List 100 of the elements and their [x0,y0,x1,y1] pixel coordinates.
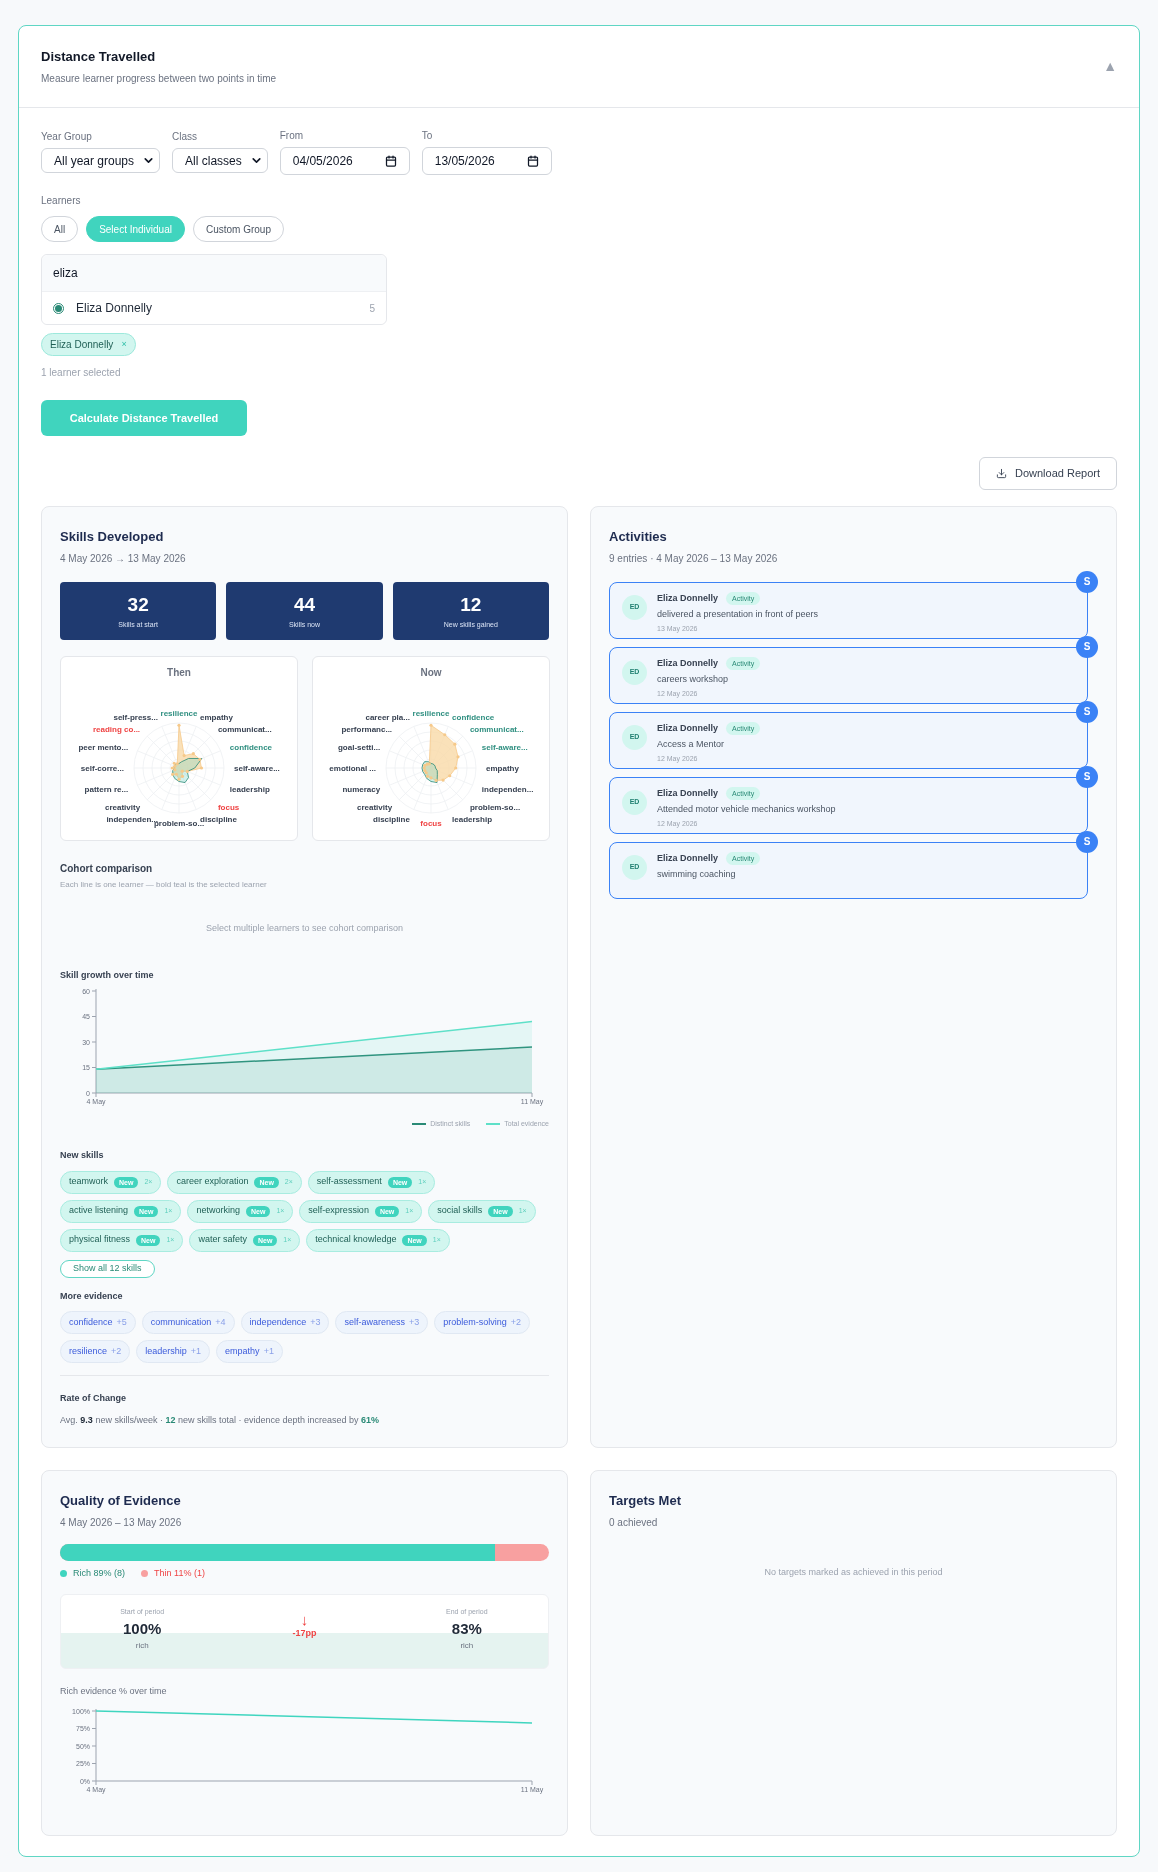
axis-label: self-press... [113,712,158,722]
status-badge: S [1076,635,1098,658]
card-subtitle: 9 entries · 4 May 2026 – 13 May 2026 [609,551,779,566]
axis-label: self-aware... [234,763,280,773]
page-title: Distance Travelled [41,48,157,67]
axis-label: confidence [452,712,495,722]
date-field[interactable]: 04/05/2026 [279,147,410,175]
download-icon [996,468,1007,479]
axis-label: leadership [452,814,493,824]
skill-name: problem-solving [443,1315,507,1329]
status-badge: S [1076,570,1098,593]
axis-label: focus [420,818,442,828]
stat-value: 12 [460,593,482,617]
axis-label: emotional ... [329,763,376,773]
skill-name: confidence [69,1315,113,1329]
axis-label: career pla... [365,712,410,722]
status-badge: S [1076,700,1098,723]
legend-label: Thin 11% (1) [154,1566,205,1580]
axis-label: leadership [229,784,270,794]
delta-label: +3 [310,1315,321,1329]
selection-count: 1 learner selected [41,366,122,380]
download-button[interactable]: Download Report [979,457,1117,490]
activity-text: swimming coaching [657,868,737,881]
mode-pill[interactable]: Custom Group [192,216,284,242]
axis-label: communicat... [469,724,524,734]
select-field[interactable]: All year groups [41,148,161,173]
axis-label: self-aware... [481,742,528,752]
skill-name: water safety [198,1233,247,1247]
skill-name: empathy [225,1344,260,1358]
axis-label: communicat... [217,724,272,734]
learner-name: Eliza Donnelly [76,300,154,317]
select-field[interactable]: All classes [172,148,268,173]
skill-name: social skills [437,1204,483,1218]
date-field[interactable]: 13/05/2026 [421,147,552,175]
delta-label: +2 [510,1315,522,1329]
page-subtitle: Measure learner progress between two points in time [41,71,277,86]
legend-label: Rich 89% (8) [73,1566,126,1580]
delta-label: +5 [116,1315,127,1329]
activity-text: Access a Mentor [657,738,726,751]
chart-title: Skill growth over time [60,969,155,982]
axis-label: reading co... [93,724,141,734]
delta-label: +4 [215,1315,226,1329]
learner-name: Eliza Donnelly [657,656,718,670]
axis-label: pattern re... [84,784,129,794]
axis-label: performanc... [341,724,393,734]
section-subtitle: Each line is one learner — bold teal is the selected learner [60,878,268,891]
period-unit: rich [135,1640,149,1652]
down-arrow-icon: ↓ [300,1612,309,1627]
card-subtitle: 0 achieved [609,1515,659,1530]
axis-label: empathy [200,712,233,722]
mode-pill[interactable]: All [41,216,79,242]
activity-text: Attended motor vehicle mechanics workshop [657,803,836,816]
stat-value: 44 [293,593,316,617]
radar-title: Then [167,665,191,680]
skill-name: self-expression [308,1204,369,1218]
skill-name: technical knowledge [315,1233,397,1247]
legend-swatch [412,1122,427,1125]
empty-state-text: No targets marked as achieved in this period [764,1565,943,1579]
rate-summary: Avg. 9.3 new skills/week · 12 new skills total · evidence depth increased by 61% [60,1413,381,1427]
delta-label: +1 [263,1344,274,1358]
skill-name: teamwork [69,1175,108,1189]
period-value: 83% [451,1618,482,1639]
card-title: Targets Met [609,1492,682,1510]
section-title: Rate of Change [60,1392,127,1405]
activity-text: delivered a presentation in front of peers [657,608,819,621]
empty-state-text: Select multiple learners to see cohort comparison [205,921,404,935]
activity-text: careers workshop [657,673,730,686]
status-badge: S [1076,765,1098,788]
skill-name: self-awareness [344,1315,405,1329]
field-label: Learners [41,194,82,208]
show-all-button[interactable]: Show all 12 skills [60,1259,155,1278]
field-label: Year Group [41,130,93,144]
skill-name: networking [196,1204,240,1218]
delta-label: +3 [408,1315,420,1329]
skill-name: independence [249,1315,307,1329]
skill-name: active listening [69,1204,129,1218]
calendar-icon [526,155,539,167]
skill-name: self-assessment [316,1175,382,1189]
skill-name: leadership [145,1344,187,1358]
axis-label: creativity [104,802,141,812]
card-title: Activities [609,528,668,546]
learner-name: Eliza Donnelly [657,786,718,800]
axis-label: focus [217,802,240,812]
delta-label: +2 [111,1344,122,1358]
axis-label: empathy [486,763,519,773]
skill-name: resilience [69,1344,108,1358]
evidence-count: 5 [369,301,375,316]
section-title: Cohort comparison [60,861,154,876]
chart-title: Rich evidence % over time [60,1685,168,1698]
axis-label: independen... [481,784,534,794]
calendar-icon [384,155,397,167]
field-label: From [279,129,305,143]
search-field[interactable]: eliza [42,255,386,292]
skill-name: physical fitness [69,1233,131,1247]
axis-label: goal-setti... [337,742,381,752]
chip-label: Eliza Donnelly [50,338,114,352]
card-subtitle: 4 May 2026 → 13 May 2026 [60,551,187,566]
section-title: New skills [60,1149,105,1162]
axis-label: discipline [373,814,410,824]
axis-label: self-corre... [80,763,124,773]
